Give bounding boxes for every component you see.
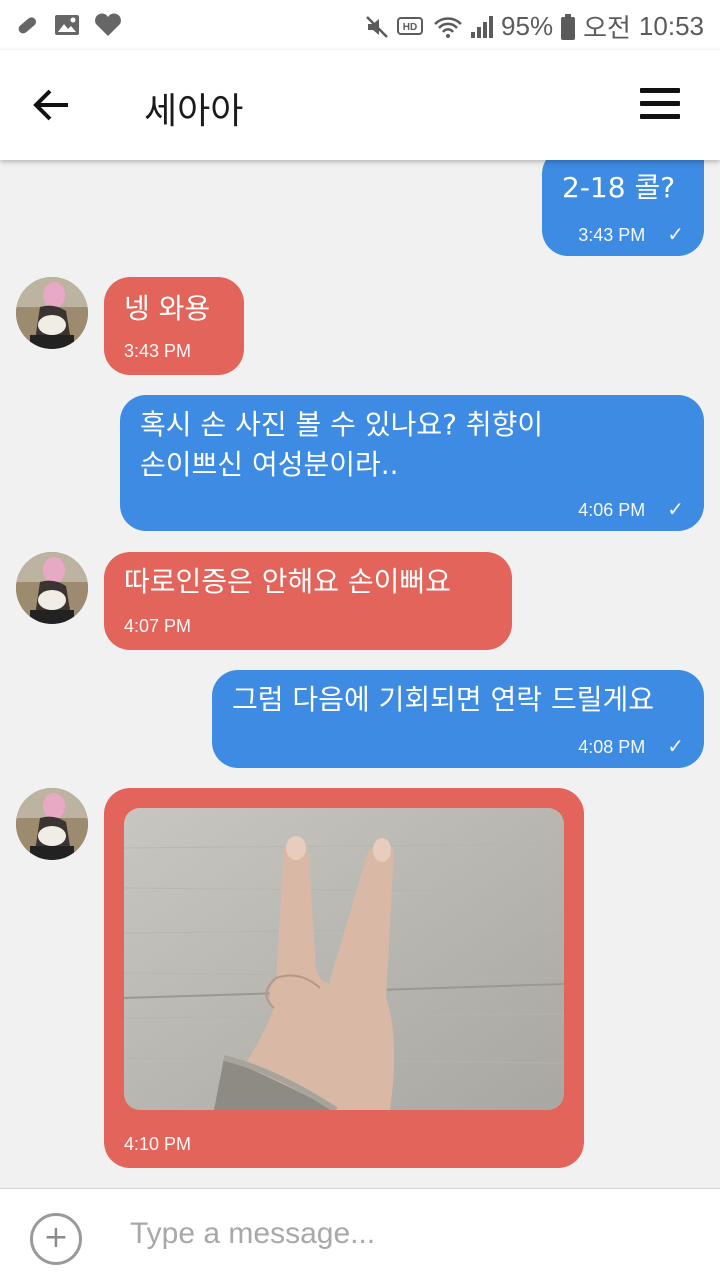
heart-app-icon xyxy=(95,13,121,36)
attach-plus-button[interactable]: + xyxy=(30,1213,82,1265)
outgoing-message: 2-18 콜? 3:43 PM ✓ xyxy=(542,160,704,256)
message-footer: 3:43 PM ✓ xyxy=(578,222,684,246)
outgoing-message: 그럼 다음에 기회되면 연락 드릴게요 4:08 PM ✓ xyxy=(212,670,704,768)
message-text: 넹 와용 xyxy=(124,292,211,325)
wifi-icon xyxy=(434,16,462,38)
avatar[interactable] xyxy=(16,552,88,624)
signal-icon xyxy=(471,15,494,38)
read-check-icon: ✓ xyxy=(667,222,684,246)
message-footer: 4:06 PM ✓ xyxy=(578,497,684,521)
message-photo[interactable] xyxy=(124,808,564,1110)
back-arrow-icon[interactable] xyxy=(32,88,72,122)
chat-area[interactable]: 2-18 콜? 3:43 PM ✓ 넹 와용 3:43 PM 혹시 손 사진 볼 … xyxy=(0,160,720,1188)
outgoing-message: 혹시 손 사진 볼 수 있나요? 취향이 손이쁘신 여성분이라.. 4:06 P… xyxy=(120,395,704,531)
avatar[interactable] xyxy=(16,277,88,349)
hd-icon: HD xyxy=(397,16,424,35)
status-bar: HD 95% 오전 10:53 xyxy=(0,0,720,50)
message-text: 2-18 콜? xyxy=(562,171,676,204)
message-input-bar: + xyxy=(0,1188,720,1280)
incoming-image-message: 4:10 PM xyxy=(104,788,584,1168)
pill-icon xyxy=(18,17,37,34)
message-time: 4:10 PM xyxy=(124,1134,192,1154)
menu-icon[interactable] xyxy=(640,88,680,120)
message-text: 따로인증은 안해요 손이뻐요 xyxy=(124,565,451,598)
chat-header: 세아아 xyxy=(0,50,720,160)
message-time: 3:43 PM xyxy=(124,341,192,361)
battery-percent: 95% xyxy=(501,11,554,41)
image-icon xyxy=(55,15,79,35)
battery-icon xyxy=(561,13,576,40)
clock-time: 10:53 xyxy=(638,11,704,41)
avatar[interactable] xyxy=(16,788,88,860)
mute-icon xyxy=(366,15,388,38)
message-time: 4:06 PM xyxy=(578,500,646,520)
message-time: 4:08 PM xyxy=(578,737,646,757)
clock-period: 오전 xyxy=(583,13,631,43)
incoming-message: 따로인증은 안해요 손이뻐요 4:07 PM xyxy=(104,552,512,650)
incoming-message: 넹 와용 3:43 PM xyxy=(104,277,244,375)
message-text: 혹시 손 사진 볼 수 있나요? 취향이 손이쁘신 여성분이라.. xyxy=(140,408,544,481)
read-check-icon: ✓ xyxy=(667,497,684,521)
contact-name: 세아아 xyxy=(144,91,244,132)
message-footer: 4:08 PM ✓ xyxy=(578,734,684,758)
message-time: 3:43 PM xyxy=(578,225,646,245)
read-check-icon: ✓ xyxy=(667,734,684,758)
svg-text:HD: HD xyxy=(403,22,417,33)
message-input[interactable] xyxy=(130,1209,690,1259)
message-text: 그럼 다음에 기회되면 연락 드릴게요 xyxy=(232,683,655,716)
message-time: 4:07 PM xyxy=(124,616,192,636)
